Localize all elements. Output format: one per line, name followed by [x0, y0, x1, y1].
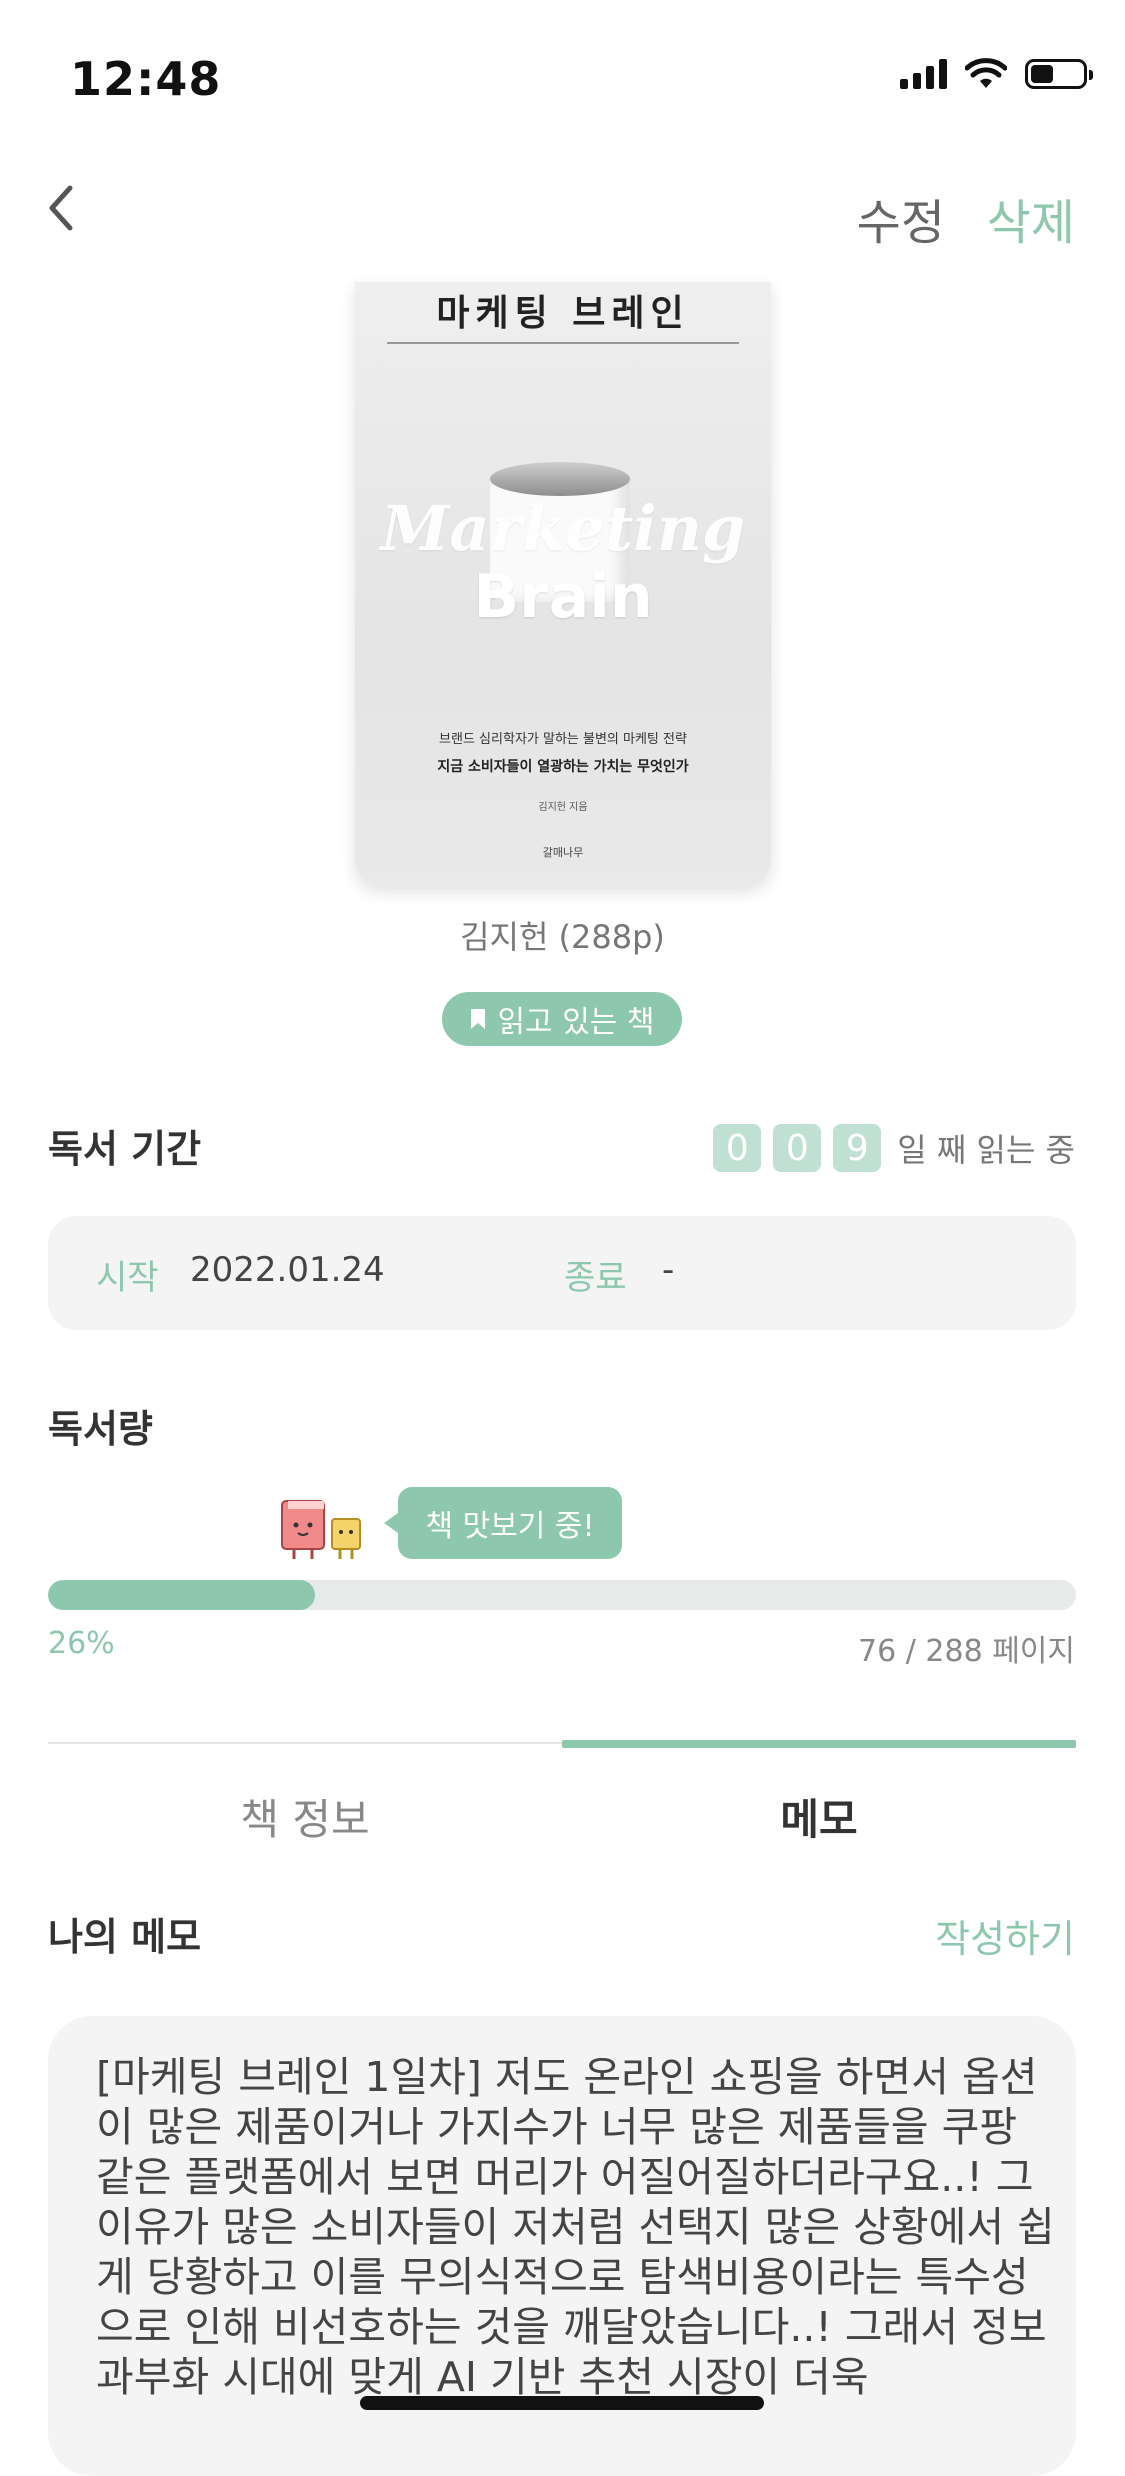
cover-publisher: 갈매나무 [542, 846, 584, 859]
day-digit: 0 [713, 1124, 762, 1172]
cover-subtitle-2: 지금 소비자들이 열광하는 가치는 무엇인가 [437, 759, 689, 775]
end-date: - [662, 1250, 675, 1290]
cover-divider [387, 342, 739, 344]
book-author-pages: 김지헌 (288p) [460, 918, 665, 956]
day-digit: 9 [833, 1124, 882, 1172]
memo-text: [마케팅 브레인 1일차] 저도 온라인 쇼핑을 하면서 옵션이 많은 제품이거… [96, 2053, 1055, 2401]
status-icons [900, 58, 1093, 90]
reading-progress-bar [48, 1580, 1076, 1610]
start-label: 시작 [96, 1258, 159, 1298]
reading-status-badge[interactable]: 읽고 있는 책 [442, 992, 682, 1046]
home-indicator[interactable] [360, 2396, 764, 2410]
reading-status-label: 읽고 있는 책 [497, 1005, 655, 1040]
status-time: 12:48 [70, 52, 222, 106]
days-reading-counter: 0 0 9 일 째 읽는 중 [713, 1124, 1075, 1172]
my-memo-title: 나의 메모 [48, 1915, 202, 1959]
cover-title-en-1: Marketing [380, 492, 746, 565]
reading-period-title: 독서 기간 [48, 1127, 202, 1171]
reading-amount-title: 독서량 [48, 1407, 153, 1451]
delete-button[interactable]: 삭제 [987, 183, 1075, 253]
write-memo-button[interactable]: 작성하기 [935, 1908, 1075, 1963]
progress-speech-bubble: 책 맛보기 중! [384, 1487, 622, 1559]
reading-period-box[interactable]: 시작 2022.01.24 종료 - [48, 1216, 1076, 1330]
reading-progress-fill [48, 1580, 316, 1610]
book-cover: 마케팅 브레인 Marketing Brain 브랜드 심리학자가 말하는 불변… [355, 282, 771, 886]
cover-title: 마케팅 브레인 [436, 293, 690, 334]
tab-book-info[interactable]: 책 정보 [48, 1786, 562, 1847]
battery-icon [1025, 59, 1093, 89]
progress-pages: 76 / 288 페이지 [858, 1634, 1075, 1669]
wifi-icon [965, 58, 1007, 88]
bookmark-icon [471, 1009, 486, 1029]
chevron-left-icon[interactable] [42, 178, 82, 238]
cover-author: 김지헌 지음 [538, 802, 588, 813]
cellular-signal-icon [900, 59, 947, 89]
start-date: 2022.01.24 [190, 1250, 385, 1290]
edit-button[interactable]: 수정 [857, 183, 945, 253]
end-label: 종료 [564, 1258, 627, 1298]
cover-title-en-2: Brain [473, 562, 653, 632]
day-digit: 0 [773, 1124, 822, 1172]
book-mascot-icon [281, 1500, 361, 1559]
progress-percent: 26% [48, 1626, 115, 1661]
tab-memo[interactable]: 메모 [562, 1786, 1076, 1847]
tab-active-indicator [562, 1740, 1076, 1748]
cover-subtitle-1: 브랜드 심리학자가 말하는 불변의 마케팅 전략 [439, 732, 687, 747]
days-reading-label: 일 째 읽는 중 [897, 1131, 1075, 1169]
